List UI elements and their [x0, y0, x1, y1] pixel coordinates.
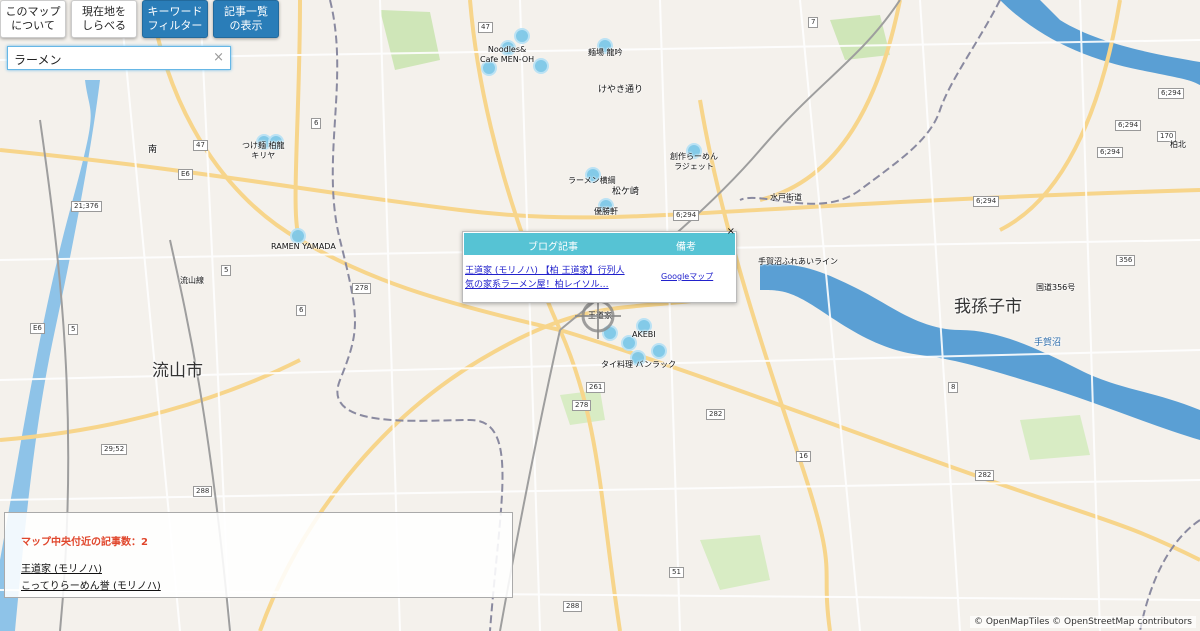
- road-number-label: 21;376: [71, 201, 102, 212]
- nearby-article-link[interactable]: 王道家 (モリノハ): [21, 560, 102, 575]
- map-marker[interactable]: [514, 28, 530, 44]
- close-icon[interactable]: ×: [727, 226, 735, 237]
- road-number-label: E6: [178, 169, 193, 180]
- road-number-label: 356: [1116, 255, 1136, 266]
- road-label-mito: 水戸街道: [770, 193, 802, 202]
- road-number-label: 47: [193, 140, 208, 151]
- popup-article-link[interactable]: 王道家 (モリノハ) 【柏 王道家】行列人 気の家系ラーメン屋！柏レイソル…: [465, 264, 650, 292]
- place-label-teganuma: 手賀沼: [1034, 338, 1062, 348]
- road-number-label: 288: [193, 486, 213, 497]
- marker-label: RAMEN YAMADA: [271, 242, 336, 251]
- rail-label-nagareyama: 流山線: [180, 276, 204, 285]
- about-map-button[interactable]: このマップ について: [0, 0, 66, 38]
- road-number-label: 6;294: [1097, 147, 1124, 158]
- marker-label: つけ麺 柏龍 キリヤ: [242, 141, 285, 160]
- nearby-article-link[interactable]: こってりらーめん誉 (モリノハ): [21, 577, 161, 592]
- place-label-matsugasaki: 松ケ崎: [612, 187, 640, 197]
- road-number-label: 282: [706, 409, 726, 420]
- road-number-label: 278: [352, 283, 372, 294]
- road-number-label: 5: [68, 324, 79, 335]
- marker-label: 麺場 龍吟: [588, 48, 623, 57]
- road-label-356: 国道356号: [1036, 283, 1076, 292]
- road-number-label: 16: [796, 451, 811, 462]
- place-label-nagareyama: 流山市: [152, 361, 203, 381]
- road-number-label: 278: [572, 400, 592, 411]
- marker-label: 優勝軒: [594, 207, 618, 216]
- keyword-filter-button[interactable]: キーワード フィルター: [142, 0, 208, 38]
- road-label-fureai: 手賀沼ふれあいライン: [758, 257, 838, 266]
- marker-label: ラーメン横綱: [568, 176, 616, 185]
- place-label-abiko: 我孫子市: [954, 297, 1022, 317]
- place-label-kashiwa-north: 柏北: [1170, 140, 1186, 149]
- road-number-label: 29;52: [101, 444, 128, 455]
- road-number-label: 288: [563, 601, 583, 612]
- road-number-label: 6: [296, 305, 307, 316]
- map-marker[interactable]: [533, 58, 549, 74]
- road-label-keyaki: けやき通り: [598, 85, 644, 95]
- clear-icon[interactable]: ×: [213, 50, 224, 65]
- road-number-label: E6: [30, 323, 45, 334]
- popup-col-article: ブログ記事: [528, 242, 578, 253]
- marker-label: AKEBI: [632, 330, 656, 339]
- popup-header: ブログ記事 備考: [464, 233, 735, 255]
- road-number-label: 8: [948, 382, 959, 393]
- marker-label: Noodles& Cafe MEN-OH: [480, 45, 535, 64]
- locate-button[interactable]: 現在地を しらべる: [71, 0, 137, 38]
- road-number-label: 5: [221, 265, 232, 276]
- keyword-search-box: ×: [7, 46, 231, 71]
- marker-label: タイ料理 バンラック: [601, 360, 676, 369]
- keyword-search-input[interactable]: [8, 47, 216, 71]
- road-number-label: 6;294: [973, 196, 1000, 207]
- road-number-label: 261: [586, 382, 606, 393]
- road-number-label: 6: [311, 118, 322, 129]
- nearby-articles-panel: マップ中央付近の記事数：2 王道家 (モリノハ) こってりらーめん誉 (モリノハ…: [4, 512, 513, 598]
- map-attribution[interactable]: © OpenMapTiles © OpenStreetMap contribut…: [969, 616, 1196, 628]
- road-number-label: 47: [478, 22, 493, 33]
- popup-col-note: 備考: [676, 242, 696, 253]
- marker-label: 創作らーめん ラジェット: [670, 152, 718, 171]
- nearby-article-count: マップ中央付近の記事数：2: [21, 537, 148, 548]
- road-number-label: 7: [808, 17, 819, 28]
- road-number-label: 6;294: [1158, 88, 1185, 99]
- place-label-minami: 南: [148, 145, 158, 155]
- road-number-label: 6;294: [673, 210, 700, 221]
- road-number-label: 51: [669, 567, 684, 578]
- article-popup: ブログ記事 備考 × 王道家 (モリノハ) 【柏 王道家】行列人 気の家系ラーメ…: [462, 226, 737, 303]
- road-number-label: 282: [975, 470, 995, 481]
- article-list-button[interactable]: 記事一覧 の表示: [213, 0, 279, 38]
- popup-google-map-link[interactable]: Googleマップ: [661, 271, 713, 282]
- road-number-label: 6;294: [1115, 120, 1142, 131]
- map-marker[interactable]: [651, 343, 667, 359]
